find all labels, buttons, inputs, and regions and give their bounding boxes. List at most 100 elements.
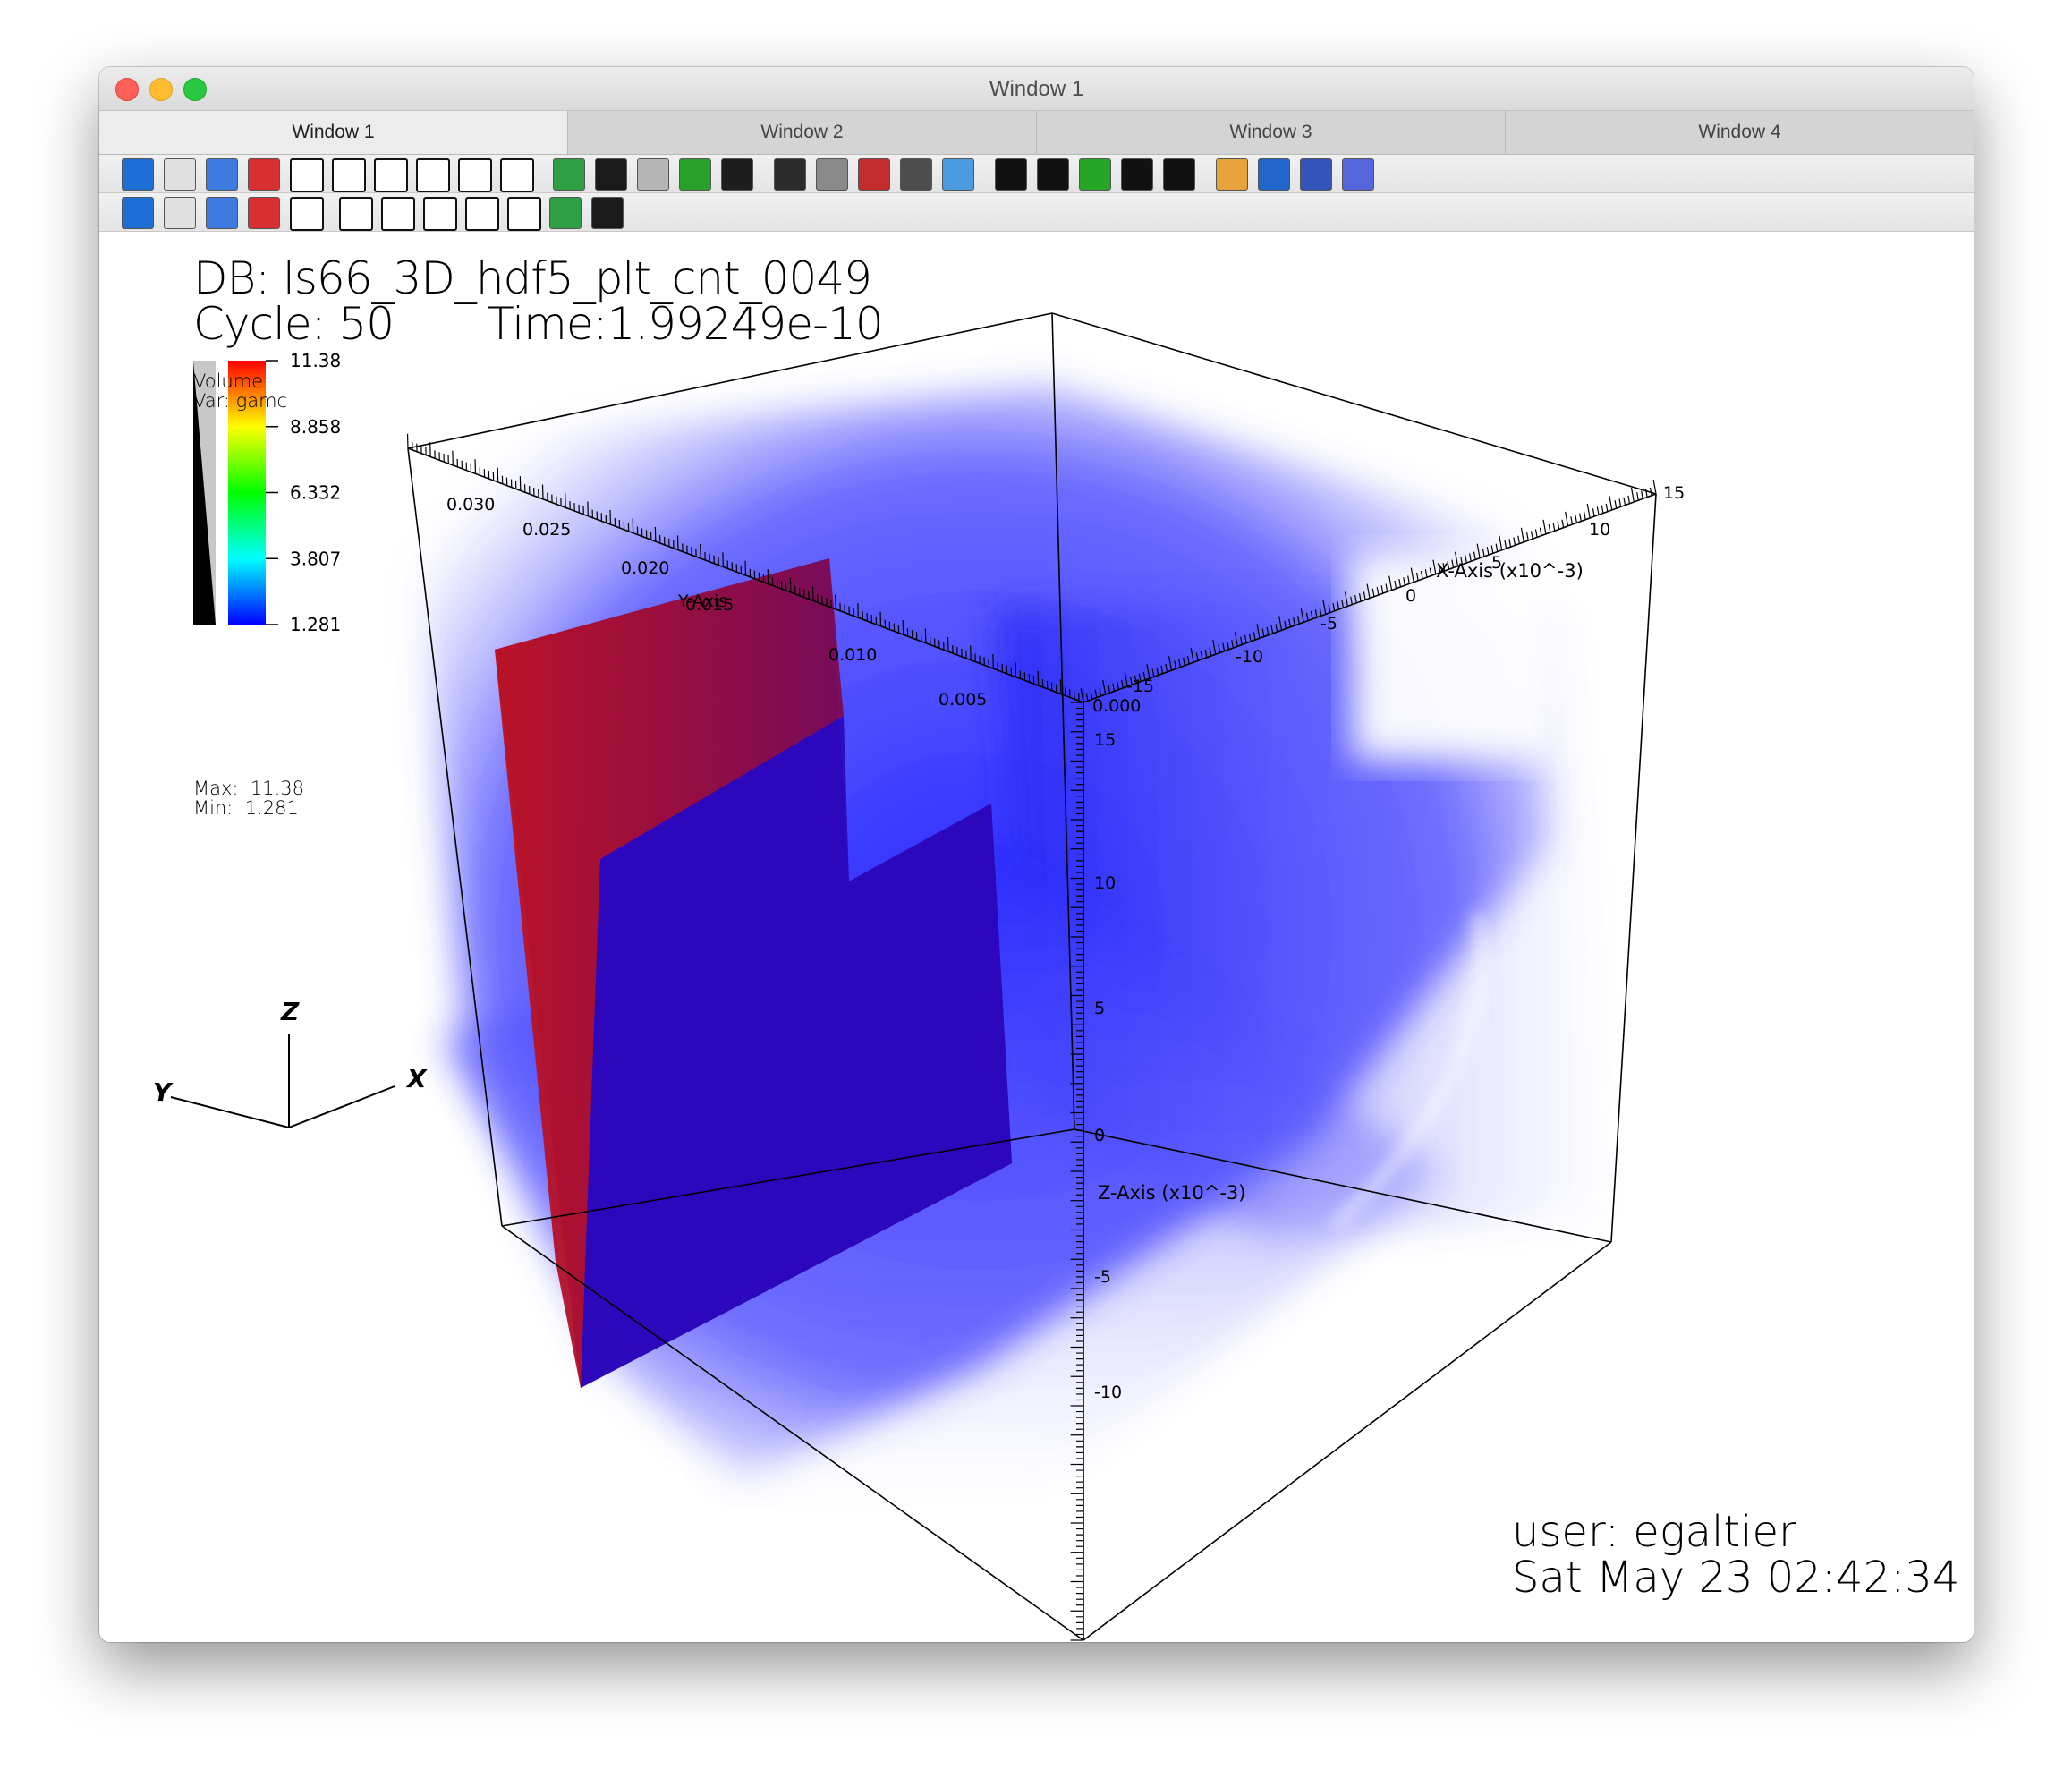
point-tool-icon[interactable] [381,197,415,231]
step-forward-icon[interactable] [1163,158,1195,191]
main-toolbar [99,155,1974,193]
node-pick-icon[interactable] [248,197,280,229]
line-tool-icon[interactable] [423,197,457,231]
axis-tick [1649,487,1652,496]
step-back-icon[interactable] [1037,158,1069,191]
lineout-icon[interactable] [1300,158,1332,191]
camera-icon[interactable] [774,158,806,191]
axis-tick [1609,495,1613,511]
window-tabs: Window 1 Window 2 Window 3 Window 4 [99,111,1974,155]
axis-tick [1570,516,1574,525]
camera-reset-icon[interactable] [900,158,932,191]
axis-tick [1601,505,1604,514]
window-title: Window 1 [989,77,1084,101]
pick-icon[interactable] [1258,158,1290,191]
axis-tick [1586,503,1591,518]
axis-tick [1534,529,1538,538]
axis-restriction-icon[interactable] [591,197,624,229]
y-axis-tick-label: 0.010 [828,645,877,665]
legend-tick-label: 6.332 [290,482,341,504]
layout-2x2-icon[interactable] [374,158,408,192]
lineout-mode-icon[interactable] [339,197,373,231]
render-area[interactable]: 0.030 0.025 0.020 0.015 0.010 0.005 0.000 Y-Axi… [99,233,1974,1642]
volume-render[interactable]: 0.0300.0250.0200.0150.0100.005 0.000Y-Axi… [99,233,1974,1642]
legend-tick-label: 1.281 [290,614,341,635]
layout-1x2-icon[interactable] [332,158,366,192]
play-icon[interactable] [1121,158,1153,191]
legend-stats: Max: 11.38 Min: 1.281 [193,779,304,818]
legend-variable: Var: gamc [193,390,288,412]
user-label: user: egaltier [1512,1507,1796,1557]
zone-pick-icon[interactable] [206,197,238,229]
axis-tick [1614,500,1618,509]
x-axis-tick-label: 10 [1589,520,1610,540]
axis-tick [1539,527,1542,536]
axis-tick [1652,479,1657,495]
lock-view-icon[interactable] [553,158,585,191]
axis-tick [1630,487,1635,503]
tab-window-4[interactable]: Window 4 [1505,111,1974,154]
z-axis-tick-label: 15 [1094,730,1116,750]
color-table-icon[interactable] [1216,158,1248,191]
triad-y-label: Y [153,1077,174,1107]
axis-tick [1641,490,1643,499]
z-axis-tick-label: 5 [1094,999,1105,1018]
axis-tick [1542,519,1547,534]
z-axis-tick-label: -10 [1094,1383,1122,1402]
tab-window-2[interactable]: Window 2 [567,111,1036,154]
x-axis-tick-label: 0 [1405,586,1416,606]
zoom-mode-icon[interactable] [164,197,196,229]
layout-2x3-icon[interactable] [416,158,450,192]
axis-tick [1623,497,1626,506]
axis-tick [1575,515,1577,523]
fullframe-icon[interactable] [679,158,711,191]
cycle-time-label: Cycle: 50 Time:1.99249e-10 [193,298,884,350]
axis-tick [1561,519,1565,528]
tab-window-1[interactable]: Window 1 [99,111,567,154]
visit-window: Window 1 Window 1 Window 2 Window 3 Wind… [99,67,1974,1642]
layout-3x3-icon[interactable] [500,158,534,192]
axis-tick [1627,495,1631,504]
x-axis-tick-label: -5 [1320,614,1337,634]
axis-tick [1605,503,1609,512]
x-axis-tick-label: -10 [1236,647,1263,667]
query-icon[interactable] [1342,158,1374,191]
y-axis-tick-label: 0.030 [446,495,495,515]
spreadsheet-pick-icon[interactable] [290,197,324,231]
legend-tick-label: 11.38 [290,350,341,371]
axis-tick [1618,498,1622,507]
layout-1x1-icon[interactable] [290,158,324,192]
legend-tick-label: 3.807 [290,548,341,569]
y-axis-tick-label: 0.020 [621,558,669,578]
title-bar[interactable]: Window 1 [99,67,1974,111]
camera-off-icon[interactable] [858,158,890,191]
axis-tick [1596,506,1600,515]
apply-check-icon[interactable] [122,158,154,191]
interaction-toolbar [99,193,1974,232]
plane-tool-icon[interactable] [465,197,499,231]
new-window-icon[interactable] [164,158,196,191]
axis-tick [1565,511,1569,526]
navigate-mode-icon[interactable] [122,197,154,229]
bounding-box-icon[interactable] [637,158,669,191]
legend-title: Volume Var: gamc [193,371,287,411]
camera-save-icon[interactable] [816,158,848,191]
clone-window-icon[interactable] [206,158,238,191]
z-axis-tick-label: 0 [1094,1126,1105,1145]
tab-window-3[interactable]: Window 3 [1036,111,1505,154]
stop-icon[interactable] [1079,158,1111,191]
z-axis-tick-label: -5 [1094,1267,1111,1287]
navigate-icon[interactable] [942,158,974,191]
box-tool-icon[interactable] [507,197,541,231]
rewind-icon[interactable] [995,158,1027,191]
axis-tick [1579,513,1582,522]
legend-max: Max: 11.38 [193,778,304,799]
sphere-tool-icon[interactable] [549,197,582,229]
axis-tick [1592,508,1595,517]
layout-2x4-icon[interactable] [458,158,492,192]
delete-window-icon[interactable] [248,158,280,191]
lock-time-icon[interactable] [595,158,627,191]
y-axis-tick-label: 0.000 [1092,696,1141,716]
legend-tick-label: 8.858 [290,416,341,438]
spin-icon[interactable] [721,158,753,191]
